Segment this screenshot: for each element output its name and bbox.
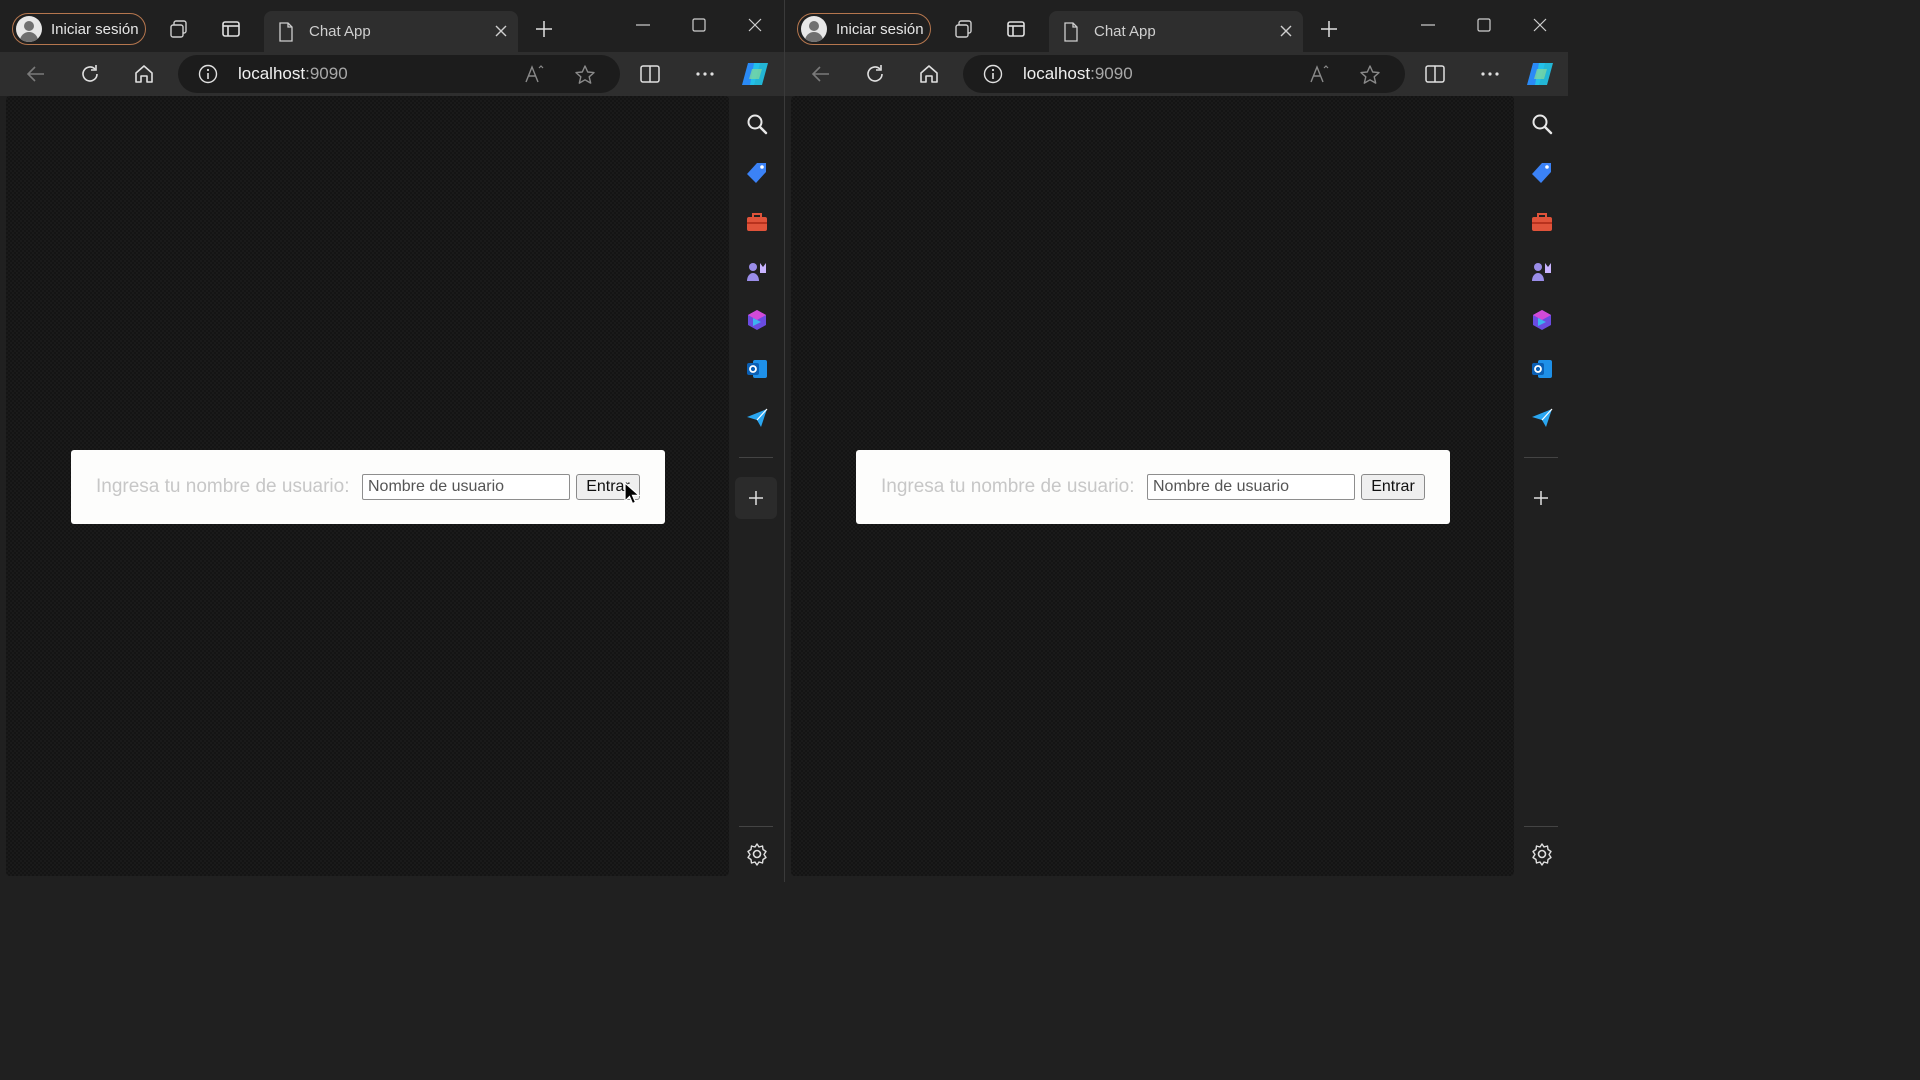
url-host: localhost (1023, 64, 1091, 83)
split-screen-icon[interactable] (1424, 63, 1446, 85)
mouse-cursor-icon (624, 482, 640, 505)
close-window-icon[interactable] (746, 16, 764, 34)
navigation-bar: localhost:9090 (785, 52, 1568, 96)
page-icon (279, 22, 293, 42)
copilot-icon[interactable] (740, 59, 772, 89)
login-form: Ingresa tu nombre de usuario: Entrar (71, 450, 665, 524)
send-icon[interactable] (745, 406, 769, 430)
browser-window-right: Iniciar sesión Chat App localhost:9090 I… (784, 0, 1568, 882)
avatar-icon (16, 16, 42, 42)
browser-window-left: Iniciar sesión Chat App localhost:9090 I… (0, 0, 784, 882)
username-label: Ingresa tu nombre de usuario: (96, 476, 350, 497)
games-icon[interactable] (745, 259, 769, 283)
add-sidebar-app-button[interactable] (735, 477, 777, 519)
close-tab-icon[interactable] (494, 24, 508, 38)
copilot-icon[interactable] (1525, 59, 1557, 89)
sidebar-divider (739, 826, 773, 827)
tab-actions-icon[interactable] (221, 19, 241, 39)
search-icon[interactable] (1530, 112, 1554, 136)
profile-label: Iniciar sesión (51, 20, 139, 38)
back-icon[interactable] (25, 63, 47, 85)
new-tab-icon[interactable] (534, 19, 554, 39)
title-bar: Iniciar sesión Chat App (785, 0, 1568, 52)
profile-label: Iniciar sesión (836, 20, 924, 38)
page-icon (1064, 22, 1078, 42)
home-icon[interactable] (918, 63, 940, 85)
settings-gear-icon[interactable] (745, 842, 769, 866)
avatar-icon (801, 16, 827, 42)
page-content: Ingresa tu nombre de usuario: Entrar (6, 96, 729, 876)
workspaces-icon[interactable] (169, 19, 189, 39)
plus-icon (749, 491, 763, 505)
home-icon[interactable] (133, 63, 155, 85)
microsoft-365-icon[interactable] (745, 308, 769, 332)
shopping-tag-icon[interactable] (745, 161, 769, 185)
toolbox-icon[interactable] (1530, 210, 1554, 234)
refresh-icon[interactable] (864, 63, 886, 85)
page-content: Ingresa tu nombre de usuario: Entrar (791, 96, 1514, 876)
tab-actions-icon[interactable] (1006, 19, 1026, 39)
sidebar-divider (739, 457, 773, 458)
toolbox-icon[interactable] (745, 210, 769, 234)
login-form: Ingresa tu nombre de usuario: Entrar (856, 450, 1450, 524)
more-options-icon[interactable] (694, 63, 716, 85)
minimize-icon[interactable] (634, 16, 652, 34)
sidebar-divider (1524, 826, 1558, 827)
outlook-icon[interactable] (1530, 357, 1554, 381)
url-text: localhost:9090 (238, 64, 348, 84)
games-icon[interactable] (1530, 259, 1554, 283)
site-info-icon[interactable] (198, 64, 218, 84)
url-port: :9090 (305, 64, 348, 83)
workspaces-icon[interactable] (954, 19, 974, 39)
back-icon[interactable] (810, 63, 832, 85)
username-label: Ingresa tu nombre de usuario: (881, 476, 1135, 497)
sidebar-divider (1524, 457, 1558, 458)
shopping-tag-icon[interactable] (1530, 161, 1554, 185)
maximize-icon[interactable] (690, 16, 708, 34)
new-tab-icon[interactable] (1319, 19, 1339, 39)
plus-icon (1534, 491, 1548, 505)
url-port: :9090 (1090, 64, 1133, 83)
profile-button[interactable]: Iniciar sesión (12, 13, 146, 45)
address-bar[interactable]: localhost:9090 (178, 55, 620, 93)
favorite-star-icon[interactable] (574, 64, 596, 86)
tab-title: Chat App (309, 23, 371, 40)
username-input[interactable] (362, 474, 570, 500)
refresh-icon[interactable] (79, 63, 101, 85)
read-aloud-icon[interactable] (1309, 64, 1331, 84)
tab-title: Chat App (1094, 23, 1156, 40)
favorite-star-icon[interactable] (1359, 64, 1381, 86)
send-icon[interactable] (1530, 406, 1554, 430)
enter-button[interactable]: Entrar (1361, 474, 1425, 500)
microsoft-365-icon[interactable] (1530, 308, 1554, 332)
tab-chat-app[interactable]: Chat App (1049, 11, 1303, 52)
address-bar[interactable]: localhost:9090 (963, 55, 1405, 93)
site-info-icon[interactable] (983, 64, 1003, 84)
maximize-icon[interactable] (1475, 16, 1493, 34)
search-icon[interactable] (745, 112, 769, 136)
edge-sidebar (1514, 96, 1568, 882)
outlook-icon[interactable] (745, 357, 769, 381)
edge-sidebar (729, 96, 784, 882)
url-host: localhost (238, 64, 306, 83)
settings-gear-icon[interactable] (1530, 842, 1554, 866)
read-aloud-icon[interactable] (524, 64, 546, 84)
navigation-bar: localhost:9090 (0, 52, 784, 96)
close-tab-icon[interactable] (1279, 24, 1293, 38)
add-sidebar-app-button[interactable] (1520, 477, 1562, 519)
more-options-icon[interactable] (1479, 63, 1501, 85)
profile-button[interactable]: Iniciar sesión (797, 13, 931, 45)
close-window-icon[interactable] (1531, 16, 1549, 34)
title-bar: Iniciar sesión Chat App (0, 0, 784, 52)
split-screen-icon[interactable] (639, 63, 661, 85)
username-input[interactable] (1147, 474, 1355, 500)
tab-chat-app[interactable]: Chat App (264, 11, 518, 52)
minimize-icon[interactable] (1419, 16, 1437, 34)
url-text: localhost:9090 (1023, 64, 1133, 84)
